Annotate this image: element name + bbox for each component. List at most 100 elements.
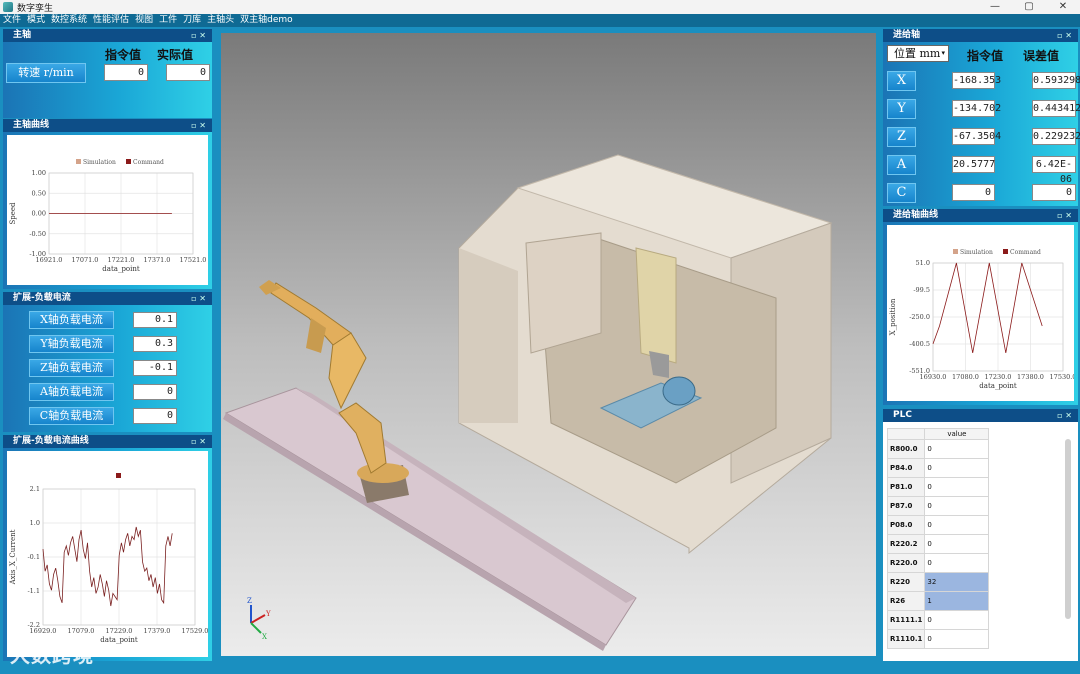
menu-workpiece[interactable]: 工件	[159, 14, 177, 27]
current-chart-panel: 扩展-负载电流曲线 ▫ ✕ 2.1 1.0 -0.1 -1.1 -2.2 16929.0 17…	[3, 435, 212, 661]
plc-register-value[interactable]: 0	[924, 629, 990, 649]
series-line	[932, 262, 1043, 353]
x-tick-label: 17379.0	[144, 627, 171, 635]
plc-register-value[interactable]: 32	[924, 572, 990, 592]
plc-row[interactable]: R220.0 0	[887, 553, 990, 573]
x-tick-label: 17521.0	[180, 256, 207, 264]
y-tick-label: -1.1	[27, 587, 40, 595]
spindle-speed-label: 转速 r/min	[6, 63, 86, 83]
3d-viewport[interactable]: Z Y X	[221, 33, 876, 656]
x-tick-label: 17529.0	[182, 627, 208, 635]
menu-dual-spindle[interactable]: 双主轴demo	[240, 14, 293, 27]
x-tick-label: 17080.0	[952, 373, 979, 381]
machine-door	[525, 232, 602, 354]
menu-spindle-head[interactable]: 主轴头	[207, 14, 234, 27]
axis-c-cmd[interactable]: 0	[952, 184, 995, 201]
title-bar: 数字孪生 — ▢ ✕	[0, 0, 1080, 14]
load-current-panel: 扩展-负载电流 ▫ ✕ X轴负载电流 0.1 Y轴负载电流 0.3 Z轴负载电流 …	[3, 292, 212, 432]
legend-swatch	[116, 473, 121, 478]
axis-a-err[interactable]: 6.42E-06	[1032, 156, 1076, 185]
legend-swatch	[76, 159, 81, 164]
x-tick-label: 17071.0	[72, 256, 99, 264]
plc-row[interactable]: R1111.1 0	[887, 610, 990, 630]
spindle-act-value[interactable]: 0	[166, 64, 210, 81]
plc-row[interactable]: P08.0 0	[887, 515, 990, 535]
menu-cnc[interactable]: 数控系统	[51, 14, 87, 27]
plc-row[interactable]: P84.0 0	[887, 458, 990, 478]
load-current-header: 扩展-负载电流 ▫ ✕	[3, 292, 212, 305]
plc-row[interactable]: R800.0 0	[887, 439, 990, 459]
plc-table[interactable]: value R800.0 0 P84.0 0 P81.0 0 P87.0 0 P08.0 0 R22…	[887, 428, 990, 649]
y-load-current-value[interactable]: 0.3	[133, 336, 177, 352]
plc-register-value[interactable]: 0	[924, 477, 990, 497]
chevron-down-icon: ▾	[941, 49, 945, 57]
current-chart: 2.1 1.0 -0.1 -1.1 -2.2 16929.0 17079.0 17229.0 1…	[7, 451, 208, 657]
axis-a-label: A	[887, 155, 916, 175]
y-axis-label: X_position	[889, 298, 897, 335]
z-load-current-value[interactable]: -0.1	[133, 360, 177, 376]
plc-row[interactable]: P87.0 0	[887, 496, 990, 516]
x-tick-label: 17230.0	[985, 373, 1012, 381]
y-tick-label: 0.50	[32, 189, 46, 197]
axis-x-cmd[interactable]: -168.353	[952, 72, 1001, 89]
legend-label: Simulation	[960, 249, 993, 256]
y-tick-label: -0.50	[29, 230, 46, 238]
c-load-current-value[interactable]: 0	[133, 408, 177, 424]
plc-row[interactable]: R1110.1 0	[887, 629, 990, 649]
menu-view[interactable]: 视图	[135, 14, 153, 27]
current-chart-header: 扩展-负载电流曲线 ▫ ✕	[3, 435, 212, 448]
plc-register-value[interactable]: 0	[924, 496, 990, 516]
axis-c-err[interactable]: 0	[1032, 184, 1076, 201]
y-tick-label: -99.5	[913, 286, 930, 294]
plc-row[interactable]: R220.2 0	[887, 534, 990, 554]
plc-register-value[interactable]: 0	[924, 458, 990, 478]
x-tick-label: 17380.0	[1017, 373, 1044, 381]
x-load-current-value[interactable]: 0.1	[133, 312, 177, 328]
plc-register-value[interactable]: 0	[924, 534, 990, 554]
axis-x-err[interactable]: 0.593298	[1032, 72, 1080, 89]
spindle-chart-header: 主轴曲线 ▫ ✕	[3, 119, 212, 132]
plc-register-value[interactable]: 0	[924, 610, 990, 630]
maximize-icon[interactable]: ▢	[1012, 0, 1046, 14]
plc-scrollbar[interactable]	[1065, 439, 1071, 619]
y-load-current-label: Y轴负载电流	[29, 335, 114, 353]
plc-register-value[interactable]: 0	[924, 515, 990, 535]
legend-label: Command	[133, 159, 164, 166]
x-tick-label: 17079.0	[68, 627, 95, 635]
plc-col-header: value	[924, 428, 990, 440]
svg-text:Y: Y	[265, 610, 271, 618]
position-mode-select[interactable]: 位置 mm ▾	[887, 45, 949, 62]
spindle-column	[635, 247, 677, 364]
plc-register-value[interactable]: 0	[924, 439, 990, 459]
x-tick-label: 16930.0	[920, 373, 947, 381]
plc-row[interactable]: P81.0 0	[887, 477, 990, 497]
axis-y-err[interactable]: 0.443412	[1032, 100, 1080, 117]
legend-swatch	[126, 159, 131, 164]
plc-row[interactable]: R220 32	[887, 572, 990, 592]
menu-mode[interactable]: 模式	[27, 14, 45, 27]
axis-a-cmd[interactable]: 20.5777	[952, 156, 995, 173]
minimize-icon[interactable]: —	[978, 0, 1012, 14]
plc-corner	[887, 428, 926, 440]
spindle-panel-header: 主轴 ▫ ✕	[3, 29, 212, 42]
plc-register-value[interactable]: 1	[924, 591, 990, 611]
feed-axis-panel: 进给轴 ▫ ✕ 位置 mm ▾ 指令值 误差值 X -168.353 0.59329…	[883, 29, 1080, 206]
plc-panel: PLC ▫ ✕ value R800.0 0 P84.0 0 P81.0 0 P87.0 0 P0…	[883, 409, 1078, 661]
close-icon[interactable]: ✕	[1046, 0, 1080, 14]
plc-row[interactable]: R26 1	[887, 591, 990, 611]
menu-tool-magazine[interactable]: 刀库	[183, 14, 201, 27]
feed-chart: Simulation Command 51.0 -99.5 -250.0 -400.5 -5…	[887, 225, 1076, 401]
axis-z-cmd[interactable]: -67.3504	[952, 128, 1001, 145]
spindle-cmd-value[interactable]: 0	[104, 64, 148, 81]
x-load-current-label: X轴负载电流	[29, 311, 114, 329]
axis-z-err[interactable]: 0.229232	[1032, 128, 1080, 145]
a-load-current-value[interactable]: 0	[133, 384, 177, 400]
plc-table-wrap[interactable]: value R800.0 0 P84.0 0 P81.0 0 P87.0 0 P08.0 0 R22…	[887, 428, 1057, 658]
scene-svg[interactable]: Z Y X	[221, 33, 876, 656]
menu-file[interactable]: 文件	[3, 14, 21, 27]
y-tick-label: 51.0	[916, 259, 930, 267]
axis-y-cmd[interactable]: -134.702	[952, 100, 1001, 117]
y-tick-label: 0.00	[32, 210, 46, 218]
menu-performance[interactable]: 性能评估	[93, 14, 129, 27]
plc-register-value[interactable]: 0	[924, 553, 990, 573]
